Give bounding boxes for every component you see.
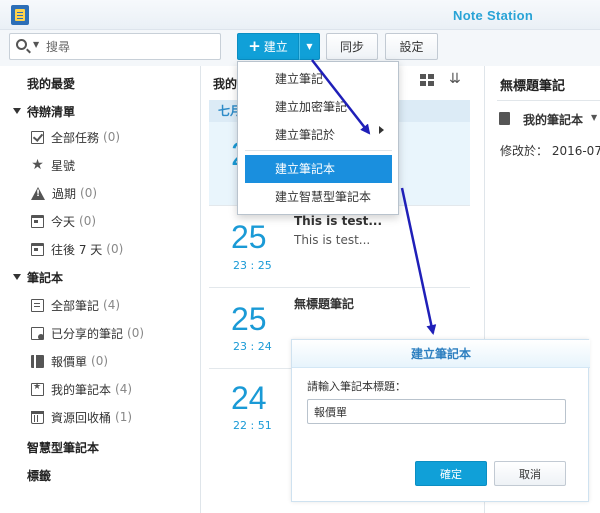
sidebar-section-todo[interactable]: 待辦清單 <box>13 99 75 123</box>
note-day: 25 <box>231 301 267 337</box>
sidebar-item-my-notebook[interactable]: 我的筆記本 (4) <box>31 377 132 401</box>
sidebar-item-shared-notes[interactable]: 已分享的筆記 (0) <box>31 321 144 345</box>
sidebar-item-label: 報價單 <box>51 354 88 369</box>
note-modified-date: 修改於： 2016-07 <box>500 144 600 158</box>
settings-button[interactable]: 設定 <box>385 33 438 60</box>
sidebar-item-label: 往後 7 天 <box>51 242 103 257</box>
sidebar-item-count: (0) <box>106 242 124 256</box>
sidebar-item-count: (0) <box>127 326 145 340</box>
note-time: 22 : 51 <box>233 419 272 432</box>
sidebar-section-notebooks[interactable]: 筆記本 <box>13 265 63 289</box>
sidebar-item-count: (1) <box>115 410 133 424</box>
notebook-icon <box>31 354 44 368</box>
starred-notebook-icon <box>31 382 44 396</box>
checkbox-icon <box>31 130 44 144</box>
sidebar-item-label: 星號 <box>51 158 76 173</box>
sidebar-item-smart-notebooks[interactable]: 智慧型筆記本 <box>27 435 99 459</box>
sidebar-item-count: (4) <box>115 382 133 396</box>
menu-item-create-note-in[interactable]: 建立筆記於 <box>238 121 398 149</box>
create-button-label: 建立 <box>263 40 288 54</box>
sidebar-item-count: (0) <box>80 186 98 200</box>
triangle-down-icon[interactable] <box>13 274 21 280</box>
sidebar-item-all-notes[interactable]: 全部筆記 (4) <box>31 293 120 317</box>
create-button[interactable]: + 建立 <box>237 33 299 60</box>
sidebar-section-label: 筆記本 <box>27 270 64 285</box>
sidebar-item-starred[interactable]: ★ 星號 <box>31 153 75 177</box>
menu-item-create-notebook[interactable]: 建立筆記本 <box>245 155 392 183</box>
note-time: 23 : 25 <box>233 259 272 272</box>
create-dropdown-menu: 建立筆記 建立加密筆記 建立筆記於 建立筆記本 建立智慧型筆記本 <box>237 61 399 215</box>
calendar-icon <box>31 214 44 228</box>
note-day: 25 <box>231 219 267 255</box>
cancel-button[interactable]: 取消 <box>494 461 566 486</box>
note-title: 無標題筆記 <box>294 297 355 311</box>
notebook-icon <box>499 112 510 125</box>
menu-item-create-smart-notebook[interactable]: 建立智慧型筆記本 <box>238 183 398 211</box>
sidebar-item-tags[interactable]: 標籤 <box>27 463 51 487</box>
search-box[interactable]: ▼ <box>9 33 221 60</box>
title-bar: Note Station <box>0 0 600 30</box>
chevron-down-icon[interactable]: ▼ <box>591 113 597 122</box>
notebook-title-label: 請輸入筆記本標題： <box>307 380 406 393</box>
sidebar-item-recycle-bin[interactable]: 資源回收桶 (1) <box>31 405 132 429</box>
sidebar-item-count: (4) <box>103 298 121 312</box>
note-list-title: 我的 <box>213 77 238 91</box>
chevron-right-icon <box>379 126 384 134</box>
sidebar-item-count: (0) <box>79 214 97 228</box>
trash-icon <box>31 410 44 424</box>
triangle-down-icon[interactable] <box>13 108 21 114</box>
sync-button[interactable]: 同步 <box>326 33 378 60</box>
grid-view-icon[interactable] <box>420 74 434 86</box>
sidebar: 我的最愛 待辦清單 全部任務 (0) ★ 星號 過期 (0) 今天 (0) 往後… <box>0 66 201 513</box>
menu-separator <box>245 150 392 151</box>
search-icon[interactable] <box>16 39 27 50</box>
sidebar-item-count: (0) <box>91 354 109 368</box>
sidebar-item-label: 過期 <box>52 186 77 201</box>
note-item[interactable]: 25 23 : 25 This is test... This is test.… <box>209 206 470 288</box>
sidebar-item-label: 全部任務 <box>51 130 100 145</box>
create-notebook-dialog: 建立筆記本 請輸入筆記本標題： 確定 取消 <box>291 339 590 502</box>
note-snippet: This is test... <box>294 233 371 247</box>
sidebar-item-next-7-days[interactable]: 往後 7 天 (0) <box>31 237 123 261</box>
note-time: 23 : 24 <box>233 340 272 353</box>
notes-icon <box>31 298 44 312</box>
sidebar-item-label: 資源回收桶 <box>51 410 112 425</box>
sidebar-item-quotation[interactable]: 報價單 (0) <box>31 349 108 373</box>
note-day: 24 <box>231 380 267 416</box>
menu-item-create-encrypted-note[interactable]: 建立加密筆記 <box>238 93 398 121</box>
dialog-title: 建立筆記本 <box>292 340 590 368</box>
ok-button[interactable]: 確定 <box>415 461 487 486</box>
shared-notes-icon <box>31 326 44 340</box>
warning-icon <box>31 186 45 200</box>
create-dropdown-toggle[interactable]: ▼ <box>299 33 320 60</box>
chevron-down-icon: ▼ <box>306 42 313 51</box>
menu-item-create-note[interactable]: 建立筆記 <box>238 65 398 93</box>
app-title: Note Station <box>453 8 534 23</box>
notebook-title-input[interactable] <box>307 399 566 424</box>
star-icon: ★ <box>31 156 44 173</box>
chevron-down-icon[interactable]: ▼ <box>33 40 39 49</box>
sort-icon[interactable]: ⇊ <box>449 71 461 87</box>
note-title: This is test... <box>294 214 383 228</box>
note-notebook-selector[interactable]: 我的筆記本 <box>523 111 583 128</box>
sidebar-item-overdue[interactable]: 過期 (0) <box>31 181 97 205</box>
note-detail-title[interactable]: 無標題筆記 <box>500 75 565 94</box>
sidebar-item-label: 今天 <box>51 214 76 229</box>
sidebar-item-favorites[interactable]: 我的最愛 <box>27 71 75 95</box>
sidebar-section-label: 待辦清單 <box>27 104 76 119</box>
sidebar-item-count: (0) <box>103 130 121 144</box>
sidebar-item-today[interactable]: 今天 (0) <box>31 209 96 233</box>
plus-icon: + <box>248 37 261 55</box>
calendar-week-icon <box>31 242 44 256</box>
sidebar-item-label: 我的筆記本 <box>51 382 112 397</box>
sidebar-item-all-tasks[interactable]: 全部任務 (0) <box>31 125 120 149</box>
search-input[interactable] <box>46 38 216 56</box>
sidebar-item-label: 全部筆記 <box>51 298 100 313</box>
divider <box>497 100 600 101</box>
note-station-logo-icon <box>11 5 29 25</box>
sidebar-item-label: 已分享的筆記 <box>51 326 124 341</box>
